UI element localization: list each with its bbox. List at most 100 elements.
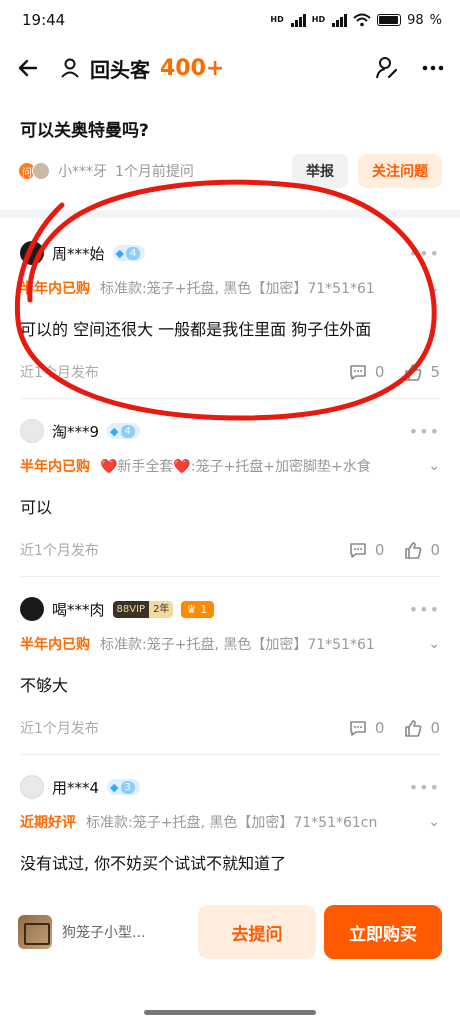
answer-item[interactable]: 淘***9 ◆ 4 ••• 半年内已购 ❤️新手全套❤️:笼子+托盘+加密脚垫+水… [20, 418, 440, 560]
asker-row: 问 小***牙 1个月前提问 举报 关注问题 [18, 154, 442, 188]
answer-time: 近1个月发布 [20, 365, 99, 381]
level-badge: ◆ 4 [107, 423, 140, 439]
crown-badge: ♛ 1 [181, 600, 215, 618]
answer-user-name[interactable]: 周***始 [52, 243, 105, 264]
spec-text: ❤️新手全套❤️:笼子+托盘+加密脚垫+水食 [100, 459, 371, 475]
answer-user-name[interactable]: 喝***肉 [52, 599, 105, 620]
answer-item[interactable]: 喝***肉 88VIP 2年 ♛ 1 ••• 半年内已购 标准款:笼子+托盘, 黑色… [20, 596, 440, 738]
review-tag: 近期好评 [20, 815, 76, 831]
sim2-label: HD [311, 15, 326, 24]
signal-icon [290, 13, 306, 27]
report-button[interactable]: 举报 [292, 154, 348, 188]
avatar [32, 162, 50, 180]
comment-icon [350, 542, 366, 558]
percent-sign-icon: % [429, 12, 442, 28]
comment-button[interactable]: 0 [349, 541, 385, 559]
more-icon[interactable]: ••• [409, 600, 440, 619]
spec-text: 标准款:笼子+托盘, 黑色【加密】71*51*61cn [86, 815, 378, 831]
divider [20, 576, 440, 577]
wifi-icon [353, 13, 371, 27]
asker-time: 1个月前提问 [115, 164, 194, 180]
answer-text: 可以的 空间还很大 一般都是我住里面 狗子住外面 [20, 320, 372, 339]
answer-text: 可以 [20, 498, 53, 517]
purchase-tag: 半年内已购 [20, 459, 90, 475]
page-title: 回头客 400+ [58, 54, 224, 83]
comment-button[interactable]: 0 [349, 719, 385, 737]
purchase-tag: 半年内已购 [20, 281, 90, 297]
comment-button[interactable]: 0 [349, 363, 385, 381]
level-badge: ◆ 3 [107, 779, 140, 795]
title-text: 回头客 [90, 57, 150, 82]
more-icon[interactable] [422, 65, 444, 71]
divider [20, 754, 440, 755]
like-button[interactable]: 0 [404, 541, 440, 559]
asker-name: 小***牙 [58, 164, 107, 180]
purchase-tag: 半年内已购 [20, 637, 90, 653]
answer-item[interactable]: 用***4 ◆ 3 ••• 近期好评 标准款:笼子+托盘, 黑色【加密】71*51… [20, 774, 440, 874]
question-title: 可以关奥特曼吗? [20, 121, 149, 141]
thumbs-up-icon [405, 719, 422, 737]
buy-now-button[interactable]: 立即购买 [324, 905, 442, 959]
battery-percent: 98 [407, 12, 424, 28]
sim1-label: HD [270, 15, 284, 24]
like-button[interactable]: 5 [404, 363, 440, 381]
avatar[interactable] [20, 241, 44, 265]
section-divider [0, 210, 460, 218]
spec-text: 标准款:笼子+托盘, 黑色【加密】71*51*61 [100, 637, 375, 653]
answer-item[interactable]: 周***始 ◆ 4 ••• 半年内已购 标准款:笼子+托盘, 黑色【加密】71*5… [20, 240, 440, 382]
chevron-down-icon[interactable]: ⌄ [428, 814, 440, 830]
diamond-icon: ◆ [115, 246, 124, 260]
answer-user-name[interactable]: 淘***9 [52, 421, 99, 442]
crown-icon: ♛ [186, 602, 197, 616]
signal-icon [332, 13, 348, 27]
more-icon[interactable]: ••• [409, 244, 440, 263]
follow-question-button[interactable]: 关注问题 [358, 154, 442, 188]
comment-icon [350, 364, 366, 380]
battery-icon [377, 14, 402, 26]
status-bar: 19:44 HD HD 98% [0, 0, 460, 40]
answer-user-name[interactable]: 用***4 [52, 777, 99, 798]
thumbs-up-icon [405, 541, 422, 559]
chevron-down-icon[interactable]: ⌄ [428, 280, 440, 296]
chevron-down-icon[interactable]: ⌄ [428, 636, 440, 652]
like-count: 0 [430, 719, 440, 737]
user-icon [61, 58, 79, 78]
like-count: 0 [430, 541, 440, 559]
comment-icon [350, 720, 366, 736]
status-icons: HD HD 98% [270, 13, 442, 28]
like-button[interactable]: 0 [404, 719, 440, 737]
like-count: 5 [430, 363, 440, 381]
bottom-action-bar: 狗笼子小型... 去提问 立即购买 [0, 882, 460, 982]
ask-question-button[interactable]: 去提问 [198, 905, 316, 959]
nav-bar: 回头客 400+ [0, 40, 460, 96]
diamond-icon: ◆ [110, 780, 119, 794]
comment-count: 0 [374, 541, 385, 559]
comment-count: 0 [374, 363, 385, 381]
status-time: 19:44 [22, 11, 66, 29]
product-name[interactable]: 狗笼子小型... [62, 922, 192, 942]
answer-text: 不够大 [20, 676, 69, 695]
home-indicator[interactable] [144, 1010, 316, 1015]
thumbs-up-icon [405, 363, 422, 381]
more-icon[interactable]: ••• [409, 422, 440, 441]
avatar[interactable] [20, 597, 44, 621]
spec-text: 标准款:笼子+托盘, 黑色【加密】71*51*61 [100, 281, 375, 297]
user-edit-icon[interactable] [374, 55, 400, 81]
avatar[interactable] [20, 775, 44, 799]
diamond-icon: ◆ [110, 424, 119, 438]
chevron-down-icon[interactable]: ⌄ [428, 458, 440, 474]
comment-count: 0 [374, 719, 385, 737]
back-arrow-icon[interactable] [16, 56, 40, 80]
avatar[interactable] [20, 419, 44, 443]
answer-time: 近1个月发布 [20, 721, 99, 737]
nav-actions [374, 55, 444, 81]
product-thumbnail[interactable] [18, 915, 52, 949]
asker-avatars: 问 [18, 162, 50, 180]
divider [20, 398, 440, 399]
answer-time: 近1个月发布 [20, 543, 99, 559]
more-icon[interactable]: ••• [409, 778, 440, 797]
vip-badge: 88VIP 2年 [112, 600, 174, 618]
title-count: 400+ [160, 55, 225, 81]
answer-text: 没有试过, 你不妨买个试试不就知道了 [20, 854, 287, 873]
level-badge: ◆ 4 [112, 245, 146, 261]
